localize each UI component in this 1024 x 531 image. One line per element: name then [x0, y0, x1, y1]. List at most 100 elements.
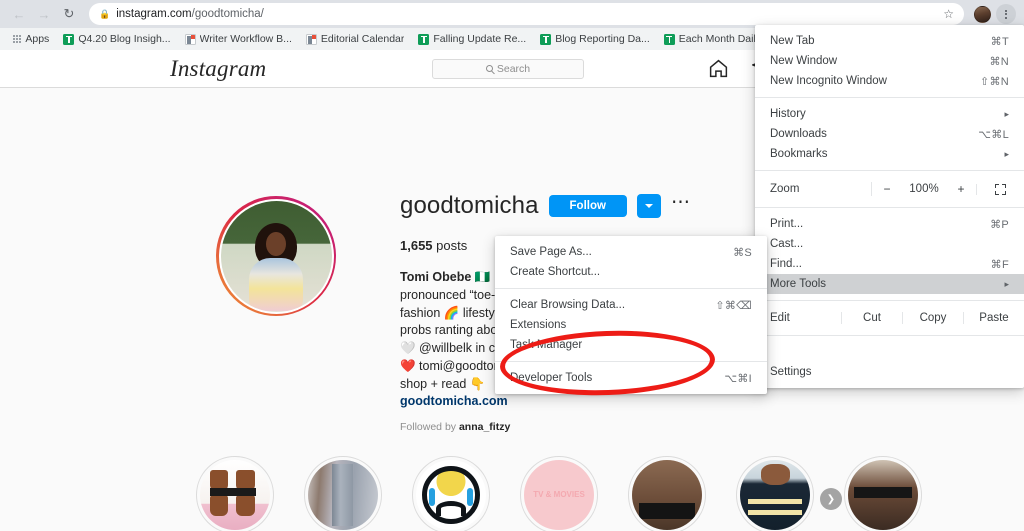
zoom-out-button[interactable]: − [872, 182, 902, 196]
google-sheets-icon [540, 34, 551, 45]
home-icon[interactable] [708, 58, 729, 79]
highlight-item[interactable]: OCT LINKS [196, 456, 274, 531]
star-icon[interactable]: ☆ [943, 7, 954, 21]
menu-item-new-tab[interactable]: New Tab ⌘T [755, 31, 1024, 51]
more-options-icon[interactable]: ⋯ [671, 198, 691, 214]
menu-item-create-shortcut[interactable]: Create Shortcut... [495, 262, 767, 282]
bio-link[interactable]: goodtomicha.com [400, 394, 508, 408]
back-arrow-icon[interactable]: ← [8, 3, 30, 25]
address-bar[interactable]: 🔒 instagram.com/goodtomicha/ ☆ [89, 3, 964, 25]
highlight-item[interactable]: IG TIPS [736, 456, 814, 531]
chevron-right-icon: ▸ [1004, 109, 1009, 120]
highlight-cover [740, 460, 810, 530]
bookmark-item[interactable]: Q4.20 Blog Insigh... [56, 30, 177, 48]
menu-separator [755, 170, 1024, 171]
stat-posts[interactable]: 1,655 posts [400, 238, 467, 253]
highlight-ring [736, 456, 814, 531]
toolbar-right-group [974, 4, 1016, 24]
menu-item-new-window[interactable]: New Window ⌘N [755, 51, 1024, 71]
highlight-cover: TV & MOVIES [524, 460, 594, 530]
story-highlights: OCT LINKS Fenty 🧴🫧 TIKTOK 😂 [196, 456, 922, 531]
profile-picture [219, 199, 334, 314]
bookmark-item[interactable]: Falling Update Re... [411, 30, 533, 48]
google-docs-icon [306, 34, 317, 45]
bookmark-label: Apps [25, 33, 49, 45]
bookmark-apps[interactable]: Apps [6, 30, 56, 48]
menu-item-cast[interactable]: Cast... [755, 234, 1024, 254]
highlight-cover-text: TV & MOVIES [533, 489, 585, 501]
browser-toolbar: ← → ↻ 🔒 instagram.com/goodtomicha/ ☆ [0, 0, 1024, 28]
page-title: goodtomicha [400, 192, 539, 220]
reload-icon[interactable]: ↻ [58, 3, 80, 25]
follow-button[interactable]: Follow [549, 195, 627, 217]
browser-window: ← → ↻ 🔒 instagram.com/goodtomicha/ ☆ App… [0, 0, 1024, 531]
menu-item-find[interactable]: Find... ⌘F [755, 254, 1024, 274]
chevron-down-icon[interactable] [637, 194, 661, 218]
search-input[interactable]: Search [432, 59, 584, 79]
edit-label: Edit [755, 312, 841, 324]
highlight-item[interactable]: Bach rants... [844, 456, 922, 531]
bookmark-label: Writer Workflow B... [200, 33, 292, 45]
menu-item-developer-tools[interactable]: Developer Tools ⌥⌘I [495, 368, 767, 388]
chrome-main-menu: New Tab ⌘T New Window ⌘N New Incognito W… [755, 25, 1024, 388]
menu-item-extensions[interactable]: Extensions [495, 315, 767, 335]
three-dot-menu-icon[interactable] [996, 4, 1016, 24]
zoom-in-button[interactable]: + [946, 182, 976, 196]
highlight-cover [200, 460, 270, 530]
copy-button[interactable]: Copy [902, 312, 963, 324]
highlight-ring [304, 456, 382, 531]
google-sheets-icon [418, 34, 429, 45]
highlight-item[interactable]: TV & MOVIES 🔍 [520, 456, 598, 531]
menu-separator [755, 335, 1024, 336]
chevron-right-icon[interactable]: ❯ [820, 488, 842, 510]
menu-item-help[interactable]: Settings [755, 362, 1024, 382]
zoom-controls: − 100% + [871, 182, 976, 196]
bookmark-item[interactable]: Blog Reporting Da... [533, 30, 657, 48]
menu-edit-row: Edit Cut Copy Paste [755, 307, 1024, 329]
menu-separator [495, 288, 767, 289]
menu-item-task-manager[interactable]: Task Manager [495, 335, 767, 355]
bookmark-item[interactable]: Writer Workflow B... [178, 30, 299, 48]
more-tools-submenu: Save Page As... ⌘S Create Shortcut... Cl… [495, 236, 767, 394]
menu-item-clear-browsing-data[interactable]: Clear Browsing Data... ⇧⌘⌫ [495, 295, 767, 315]
paste-button[interactable]: Paste [963, 312, 1024, 324]
highlight-ring [196, 456, 274, 531]
bookmark-label: Blog Reporting Da... [555, 33, 650, 45]
menu-item-bookmarks[interactable]: Bookmarks ▸ [755, 144, 1024, 164]
highlight-ring: TV & MOVIES [520, 456, 598, 531]
instagram-logo[interactable]: Instagram [170, 56, 266, 82]
menu-item-downloads[interactable]: Downloads ⌥⌘L [755, 124, 1024, 144]
highlight-item[interactable]: SUBSCRIBE [628, 456, 706, 531]
menu-item-more-tools[interactable]: More Tools ▸ [755, 274, 1024, 294]
highlight-item[interactable]: Fenty 🧴🫧 [304, 456, 382, 531]
chevron-right-icon: ▸ [1004, 279, 1009, 290]
bookmark-label: Falling Update Re... [433, 33, 526, 45]
highlight-cover [308, 460, 378, 530]
bookmark-label: Editorial Calendar [321, 33, 404, 45]
menu-separator [755, 300, 1024, 301]
zoom-level-value: 100% [902, 183, 946, 195]
forward-arrow-icon[interactable]: → [33, 3, 55, 25]
username-row: goodtomicha Follow ⋯ [400, 192, 800, 220]
highlight-ring [628, 456, 706, 531]
url-host: instagram.com [116, 8, 191, 20]
menu-item-settings[interactable] [755, 342, 1024, 362]
highlight-item[interactable]: TIKTOK 😂 [412, 456, 490, 531]
highlight-cover [632, 460, 702, 530]
menu-item-new-incognito-window[interactable]: New Incognito Window ⇧⌘N [755, 71, 1024, 91]
url-path: /goodtomicha/ [192, 8, 264, 20]
profile-avatar[interactable] [974, 6, 991, 23]
menu-item-save-page-as[interactable]: Save Page As... ⌘S [495, 242, 767, 262]
avatar[interactable] [216, 196, 336, 316]
cut-button[interactable]: Cut [841, 312, 902, 324]
bookmark-item[interactable]: Editorial Calendar [299, 30, 411, 48]
fullscreen-icon[interactable] [976, 184, 1024, 195]
highlight-ring [412, 456, 490, 531]
menu-separator [755, 97, 1024, 98]
highlight-ring [844, 456, 922, 531]
menu-item-print[interactable]: Print... ⌘P [755, 214, 1024, 234]
google-sheets-icon [63, 34, 74, 45]
menu-item-history[interactable]: History ▸ [755, 104, 1024, 124]
menu-separator [495, 361, 767, 362]
highlight-cover [416, 460, 486, 530]
